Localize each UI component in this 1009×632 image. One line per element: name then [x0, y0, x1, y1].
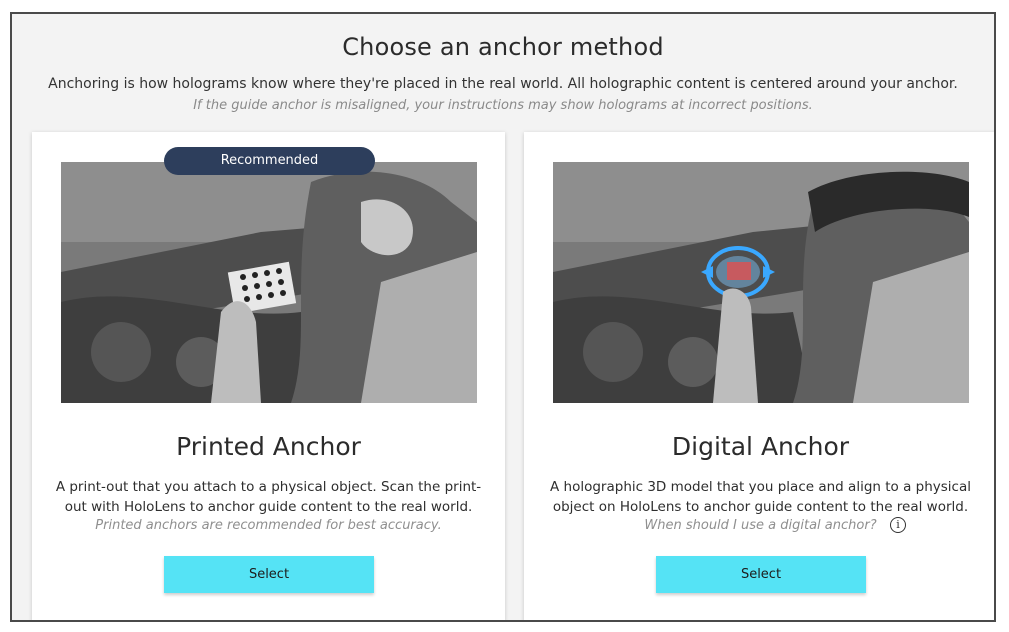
- digital-anchor-image: [553, 162, 969, 403]
- printed-anchor-note: Printed anchors are recommended for best…: [95, 518, 442, 533]
- digital-anchor-card[interactable]: Digital Anchor A holographic 3D model th…: [524, 132, 994, 620]
- digital-anchor-description: A holographic 3D model that you place an…: [550, 479, 971, 515]
- select-printed-anchor-button[interactable]: Select: [164, 556, 374, 593]
- select-digital-anchor-button[interactable]: Select: [656, 556, 866, 593]
- page-note: If the guide anchor is misaligned, your …: [193, 98, 813, 113]
- anchor-method-panel: Choose an anchor method Anchoring is how…: [10, 12, 996, 622]
- printed-anchor-title: Printed Anchor: [176, 432, 361, 461]
- printed-anchor-description: A print-out that you attach to a physica…: [55, 479, 482, 515]
- recommended-badge: Recommended: [164, 147, 375, 175]
- digital-anchor-help-link[interactable]: When should I use a digital anchor?: [524, 518, 994, 533]
- printed-anchor-card[interactable]: Recommended Printed Anchor A print-out t…: [32, 132, 505, 620]
- page-title: Choose an anchor method: [342, 33, 664, 61]
- printed-anchor-image: [61, 162, 477, 403]
- page-subtitle: Anchoring is how holograms know where th…: [48, 76, 958, 92]
- digital-anchor-title: Digital Anchor: [671, 432, 850, 461]
- info-icon[interactable]: i: [890, 517, 906, 533]
